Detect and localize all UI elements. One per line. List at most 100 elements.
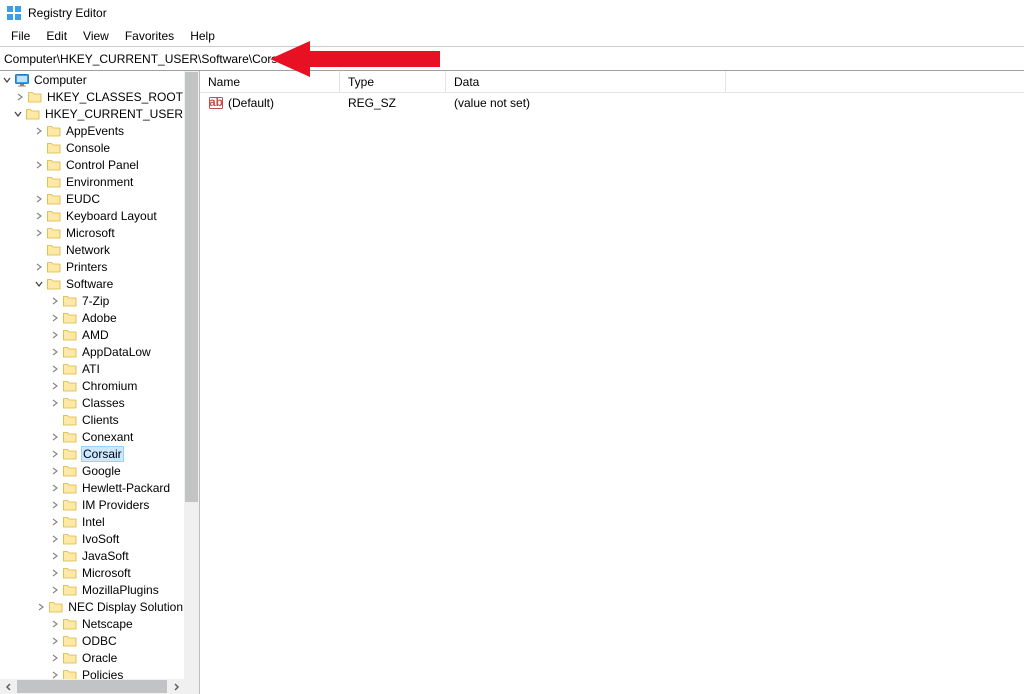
tree-item-google[interactable]: Google (0, 462, 184, 479)
tree-item-console[interactable]: Console (0, 139, 184, 156)
tree-item-policies[interactable]: Policies (0, 666, 184, 679)
expander-icon[interactable] (34, 245, 44, 255)
tree-item-network[interactable]: Network (0, 241, 184, 258)
expander-icon[interactable] (50, 585, 60, 595)
tree-item-environment[interactable]: Environment (0, 173, 184, 190)
expander-icon[interactable] (34, 177, 44, 187)
expander-icon[interactable] (34, 228, 44, 238)
tree-item-conexant[interactable]: Conexant (0, 428, 184, 445)
string-value-icon: ab (208, 95, 224, 111)
expander-icon[interactable] (50, 636, 60, 646)
expander-icon[interactable] (34, 211, 44, 221)
expander-icon[interactable] (13, 109, 23, 119)
expander-icon[interactable] (50, 330, 60, 340)
tree-item-nec-display-solution[interactable]: NEC Display Solution (0, 598, 184, 615)
expander-icon[interactable] (15, 92, 25, 102)
tree-item-7-zip[interactable]: 7-Zip (0, 292, 184, 309)
expander-icon[interactable] (50, 551, 60, 561)
tree-label: Microsoft (81, 566, 132, 580)
tree-item-ivosoft[interactable]: IvoSoft (0, 530, 184, 547)
scroll-right-icon[interactable] (167, 679, 184, 694)
tree-item-intel[interactable]: Intel (0, 513, 184, 530)
expander-icon[interactable] (34, 143, 44, 153)
expander-icon[interactable] (50, 466, 60, 476)
expander-icon[interactable] (2, 75, 12, 85)
expander-icon[interactable] (50, 347, 60, 357)
expander-icon[interactable] (50, 381, 60, 391)
expander-icon[interactable] (50, 534, 60, 544)
expander-icon[interactable] (50, 398, 60, 408)
folder-icon (62, 514, 78, 530)
col-data[interactable]: Data (446, 71, 726, 92)
tree-item-oracle[interactable]: Oracle (0, 649, 184, 666)
expander-icon[interactable] (50, 449, 60, 459)
scroll-left-icon[interactable] (0, 679, 17, 694)
tree-item-appevents[interactable]: AppEvents (0, 122, 184, 139)
tree-item-mozillaplugins[interactable]: MozillaPlugins (0, 581, 184, 598)
tree-item-printers[interactable]: Printers (0, 258, 184, 275)
tree-item-ati[interactable]: ATI (0, 360, 184, 377)
tree-label: EUDC (65, 192, 101, 206)
expander-icon[interactable] (50, 670, 60, 680)
col-type[interactable]: Type (340, 71, 446, 92)
tree-item-adobe[interactable]: Adobe (0, 309, 184, 326)
address-path: Computer\HKEY_CURRENT_USER\Software\Cors… (4, 52, 291, 66)
tree-item-javasoft[interactable]: JavaSoft (0, 547, 184, 564)
expander-icon[interactable] (34, 194, 44, 204)
tree-item-computer[interactable]: Computer (0, 71, 184, 88)
expander-icon[interactable] (50, 653, 60, 663)
tree-item-netscape[interactable]: Netscape (0, 615, 184, 632)
address-bar[interactable]: Computer\HKEY_CURRENT_USER\Software\Cors… (0, 47, 1024, 71)
expander-icon[interactable] (34, 279, 44, 289)
list-row[interactable]: ab(Default)REG_SZ(value not set) (200, 93, 1024, 111)
expander-icon[interactable] (34, 160, 44, 170)
menu-favorites[interactable]: Favorites (117, 27, 182, 45)
folder-icon (62, 582, 78, 598)
tree-item-microsoft[interactable]: Microsoft (0, 564, 184, 581)
expander-icon[interactable] (50, 432, 60, 442)
expander-icon[interactable] (50, 296, 60, 306)
menu-file[interactable]: File (3, 27, 38, 45)
tree-item-hkcr[interactable]: HKEY_CLASSES_ROOT (0, 88, 184, 105)
expander-icon[interactable] (50, 500, 60, 510)
expander-icon[interactable] (50, 568, 60, 578)
folder-icon (46, 259, 62, 275)
expander-icon[interactable] (50, 313, 60, 323)
tree-label: Environment (65, 175, 134, 189)
tree-item-control-panel[interactable]: Control Panel (0, 156, 184, 173)
expander-icon[interactable] (34, 262, 44, 272)
col-name[interactable]: Name (200, 71, 340, 92)
tree-item-hkcu[interactable]: HKEY_CURRENT_USER (0, 105, 184, 122)
tree-item-classes[interactable]: Classes (0, 394, 184, 411)
folder-icon (46, 225, 62, 241)
tree-item-clients[interactable]: Clients (0, 411, 184, 428)
expander-icon[interactable] (36, 602, 46, 612)
tree-item-hewlett-packard[interactable]: Hewlett-Packard (0, 479, 184, 496)
tree-item-keyboard-layout[interactable]: Keyboard Layout (0, 207, 184, 224)
horizontal-scrollbar[interactable] (0, 679, 184, 694)
menu-edit[interactable]: Edit (38, 27, 75, 45)
tree-item-corsair[interactable]: Corsair (0, 445, 184, 462)
vertical-scrollbar[interactable] (184, 71, 199, 679)
list-body[interactable]: ab(Default)REG_SZ(value not set) (200, 93, 1024, 111)
expander-icon[interactable] (50, 619, 60, 629)
tree-item-im-providers[interactable]: IM Providers (0, 496, 184, 513)
expander-icon[interactable] (50, 364, 60, 374)
expander-icon[interactable] (50, 483, 60, 493)
expander-icon[interactable] (50, 517, 60, 527)
tree-label: HKEY_CURRENT_USER (44, 107, 184, 121)
expander-icon[interactable] (34, 126, 44, 136)
tree-item-appdatalow[interactable]: AppDataLow (0, 343, 184, 360)
tree-item-amd[interactable]: AMD (0, 326, 184, 343)
expander-icon[interactable] (50, 415, 60, 425)
tree-item-microsoft[interactable]: Microsoft (0, 224, 184, 241)
menu-help[interactable]: Help (182, 27, 223, 45)
tree-item-odbc[interactable]: ODBC (0, 632, 184, 649)
tree-item-chromium[interactable]: Chromium (0, 377, 184, 394)
registry-tree[interactable]: ComputerHKEY_CLASSES_ROOT HKEY_CURRENT_US… (0, 71, 184, 679)
tree-label: Computer (33, 73, 88, 87)
folder-icon (62, 327, 78, 343)
tree-item-eudc[interactable]: EUDC (0, 190, 184, 207)
menu-view[interactable]: View (75, 27, 117, 45)
tree-item-software[interactable]: Software (0, 275, 184, 292)
